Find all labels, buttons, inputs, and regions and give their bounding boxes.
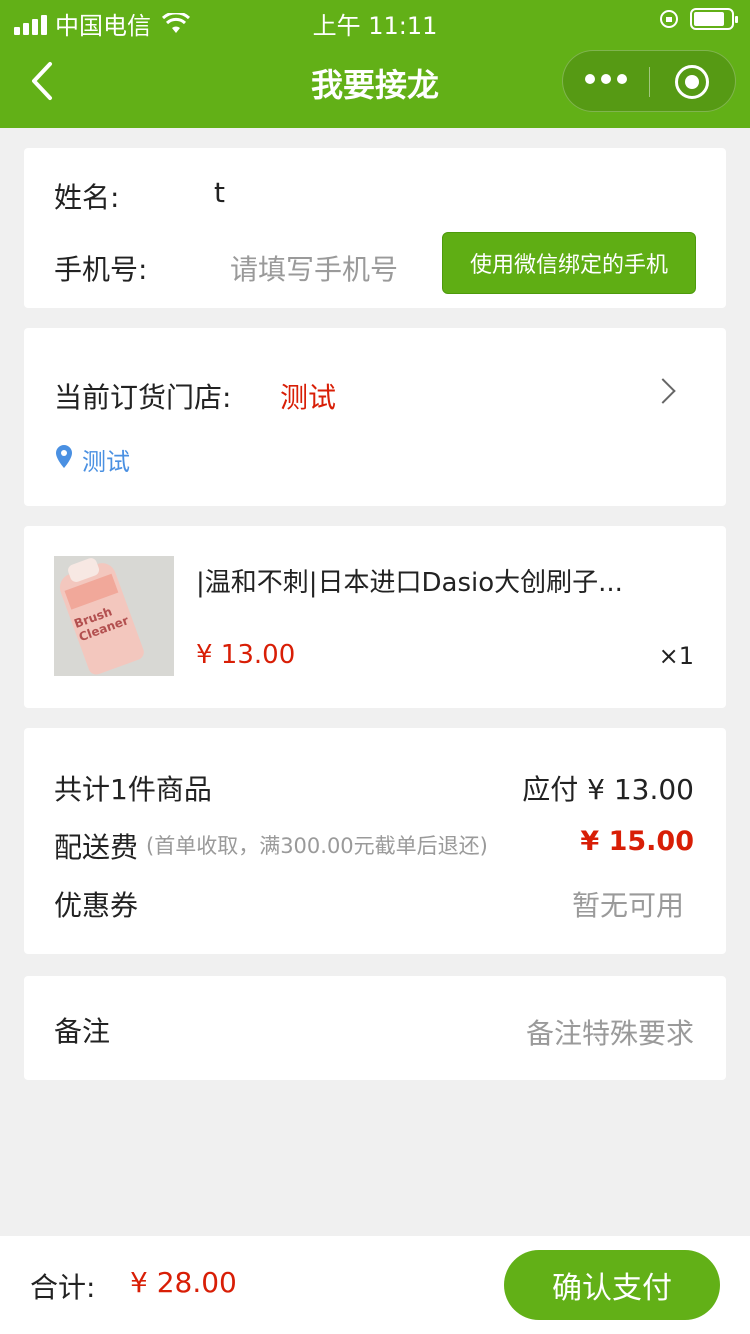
- store-label: 当前订货门店:: [54, 381, 232, 414]
- store-address: 测试: [82, 448, 130, 476]
- contact-card: 姓名: t 手机号: 请填写手机号 使用微信绑定的手机: [24, 148, 726, 308]
- coupon-label: 优惠券: [54, 889, 139, 922]
- status-time: 上午 11:11: [312, 12, 438, 40]
- shipping-label: 配送费: [54, 831, 139, 864]
- coupon-value[interactable]: 暂无可用: [572, 884, 684, 924]
- footer-total-value: ¥ 28.00: [130, 1266, 237, 1299]
- close-miniprogram-icon[interactable]: [675, 65, 709, 99]
- order-summary-card: 共计1件商品 应付 ¥ 13.00 配送费 (首单收取，满300.00元截单后退…: [24, 728, 726, 954]
- status-bar: 中国电信 上午 11:11: [0, 0, 750, 42]
- product-price: ¥ 13.00: [196, 640, 296, 670]
- more-icon[interactable]: [585, 74, 627, 84]
- bottle-image: Brush Cleaner: [55, 556, 147, 676]
- rotation-lock-icon: [660, 10, 678, 28]
- remark-card: 备注 备注特殊要求: [24, 976, 726, 1080]
- name-label: 姓名:: [54, 181, 120, 214]
- confirm-payment-button[interactable]: 确认支付: [504, 1250, 720, 1320]
- location-pin-icon: [56, 445, 72, 468]
- status-right: [658, 8, 738, 30]
- footer-total-label: 合计:: [30, 1271, 96, 1304]
- payable-amount: 应付 ¥ 13.00: [522, 773, 694, 806]
- product-quantity: ×1: [658, 642, 694, 670]
- product-card: Brush Cleaner |温和不刺|日本进口Dasio大创刷子... ¥ 1…: [24, 526, 726, 708]
- chevron-right-icon[interactable]: [650, 378, 676, 404]
- top-header: 中国电信 上午 11:11 我要接龙: [0, 0, 750, 128]
- remark-input[interactable]: 备注特殊要求: [526, 1012, 694, 1052]
- product-thumbnail[interactable]: Brush Cleaner: [54, 556, 174, 676]
- nav-bar: 我要接龙: [0, 42, 750, 128]
- shipping-note: (首单收取，满300.00元截单后退还): [146, 834, 488, 858]
- mini-program-capsule: [562, 50, 736, 112]
- battery-icon: [690, 8, 738, 30]
- total-items: 共计1件商品: [54, 773, 212, 806]
- phone-input[interactable]: 请填写手机号: [230, 248, 398, 288]
- store-name: 测试: [280, 381, 337, 414]
- remark-label: 备注: [54, 1015, 111, 1048]
- shipping-fee: ¥ 15.00: [580, 826, 694, 857]
- payment-bar: 合计: ¥ 28.00 确认支付: [0, 1236, 750, 1334]
- name-value[interactable]: t: [214, 176, 225, 209]
- phone-label: 手机号:: [54, 253, 148, 286]
- store-card[interactable]: 当前订货门店: 测试 测试: [24, 328, 726, 506]
- use-wechat-phone-button[interactable]: 使用微信绑定的手机: [442, 232, 696, 294]
- product-title[interactable]: |温和不刺|日本进口Dasio大创刷子...: [196, 562, 696, 599]
- capsule-divider: [649, 67, 650, 97]
